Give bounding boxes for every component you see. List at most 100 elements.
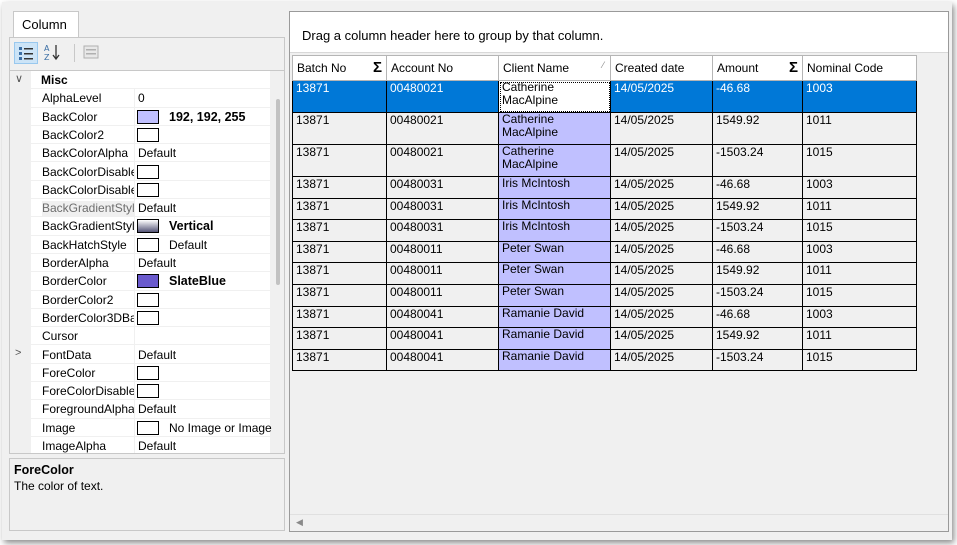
table-cell[interactable]: 13871 [292,219,387,242]
table-row[interactable]: 13871 00480011 Peter Swan 14/05/2025 1549.92… [292,262,917,285]
property-row[interactable]: Cursor [10,327,272,346]
table-row[interactable]: 13871 00480021 Catherine MacAlpine 14/05/20… [292,144,917,177]
table-cell[interactable]: 13871 [292,348,387,372]
table-cell[interactable]: 1015 [802,219,917,242]
table-cell[interactable]: 14/05/2025 [610,240,713,264]
property-row[interactable]: BorderAlpha Default [10,254,272,273]
property-row[interactable]: ∨ Misc [10,71,272,90]
table-row[interactable]: 13871 00480041 Ramanie David 14/05/2025 1549… [292,327,917,350]
table-cell[interactable]: 13871 [292,80,387,113]
table-cell[interactable]: 13871 [292,240,387,264]
table-cell[interactable]: 1549.92 [712,327,803,350]
column-header[interactable]: Account No [386,55,499,81]
table-cell[interactable]: Catherine MacAlpine [498,80,611,113]
property-row[interactable]: BorderColor2 [10,291,272,309]
table-cell[interactable]: Iris McIntosh [498,176,611,199]
table-row[interactable]: 13871 00480041 Ramanie David 14/05/2025 -46.… [292,305,917,329]
property-value[interactable]: 0 [138,91,145,105]
table-cell[interactable]: 00480011 [386,283,499,307]
table-row[interactable]: 13871 00480041 Ramanie David 14/05/2025 -150… [292,348,917,372]
table-cell[interactable]: 14/05/2025 [610,327,713,350]
table-cell[interactable]: 1015 [802,283,917,307]
table-cell[interactable]: 14/05/2025 [610,112,713,145]
table-cell[interactable]: 1003 [802,305,917,329]
table-cell[interactable]: 1549.92 [712,262,803,285]
table-cell[interactable]: Iris McIntosh [498,197,611,221]
column-header[interactable]: Nominal Code [802,55,917,81]
table-row[interactable]: 13871 00480021 Catherine MacAlpine 14/05/20… [292,112,917,145]
property-value[interactable]: Default [169,238,207,252]
summary-icon[interactable]: Σ [789,59,798,76]
table-cell[interactable]: -1503.24 [712,283,803,307]
table-cell[interactable]: 14/05/2025 [610,144,713,177]
table-cell[interactable]: Ramanie David [498,348,611,372]
property-value[interactable]: 192, 192, 255 [169,110,245,124]
table-cell[interactable]: -46.68 [712,176,803,199]
table-cell[interactable]: 13871 [292,327,387,350]
table-cell[interactable]: Peter Swan [498,283,611,307]
table-cell[interactable]: 13871 [292,176,387,199]
table-row[interactable]: 13871 00480031 Iris McIntosh 14/05/2025 -150… [292,219,917,242]
property-pages-button[interactable] [80,42,104,64]
table-cell[interactable]: 00480041 [386,348,499,372]
table-cell[interactable]: 14/05/2025 [610,305,713,329]
property-row[interactable]: BorderColor3DBase [10,309,272,328]
table-cell[interactable]: Ramanie David [498,327,611,350]
table-cell[interactable]: 1011 [802,112,917,145]
table-cell[interactable]: 1011 [802,262,917,285]
table-cell[interactable]: 1549.92 [712,112,803,145]
property-row[interactable]: ForeColor [10,364,272,383]
alphabetical-sort-button[interactable]: A Z [41,42,65,64]
collapse-icon[interactable]: ∨ [15,72,27,85]
table-cell[interactable]: -46.68 [712,80,803,113]
table-cell[interactable]: Peter Swan [498,262,611,285]
property-row[interactable]: BorderColor SlateBlue [10,272,272,291]
table-row[interactable]: 13871 00480011 Peter Swan 14/05/2025 -1503.2… [292,283,917,307]
table-cell[interactable]: 1003 [802,240,917,264]
property-row[interactable]: > FontData Default [10,346,272,364]
expand-icon[interactable]: > [15,347,27,359]
table-row[interactable]: 13871 00480031 Iris McIntosh 14/05/2025 -46.… [292,176,917,199]
table-cell[interactable]: 13871 [292,283,387,307]
scroll-left-icon[interactable]: ◀ [296,517,303,528]
property-row[interactable]: BackColorDisabled2 [10,181,272,200]
property-row[interactable]: ForegroundAlpha Default [10,400,272,419]
table-cell[interactable]: -1503.24 [712,219,803,242]
group-by-area[interactable]: Drag a column header here to group by th… [290,12,948,53]
table-row[interactable]: 13871 00480021 Catherine MacAlpine 14/05/20… [292,80,917,113]
table-cell[interactable]: Catherine MacAlpine [498,112,611,145]
property-row[interactable]: AlphaLevel 0 [10,89,272,108]
property-row[interactable]: Image No Image or Image [10,419,272,437]
column-header[interactable]: Created date [610,55,713,81]
table-cell[interactable]: 00480031 [386,197,499,221]
property-row[interactable]: BackGradientStyle Vertical [10,217,272,236]
table-cell[interactable]: Ramanie David [498,305,611,329]
table-cell[interactable]: 00480011 [386,240,499,264]
property-row[interactable]: BackColorAlpha Default [10,144,272,163]
table-cell[interactable]: 1549.92 [712,197,803,221]
table-cell[interactable]: 13871 [292,112,387,145]
table-cell[interactable]: 1003 [802,176,917,199]
table-cell[interactable]: Peter Swan [498,240,611,264]
table-cell[interactable]: 00480021 [386,112,499,145]
table-cell[interactable]: 00480031 [386,176,499,199]
scrollbar-thumb[interactable] [276,99,280,285]
column-header[interactable]: Batch No Σ [292,55,387,81]
table-cell[interactable]: 1011 [802,197,917,221]
table-cell[interactable]: -1503.24 [712,144,803,177]
column-header[interactable]: Amount Σ [712,55,803,81]
table-row[interactable]: 13871 00480011 Peter Swan 14/05/2025 -46.68 1… [292,240,917,264]
property-value[interactable]: Default [138,439,176,453]
table-cell[interactable]: 14/05/2025 [610,348,713,372]
column-header[interactable]: Client Name ⁄ [498,55,611,81]
horizontal-scrollbar[interactable]: ◀ [290,514,948,531]
table-cell[interactable]: 13871 [292,262,387,285]
table-cell[interactable]: -46.68 [712,240,803,264]
tab-column[interactable]: Column [13,11,79,38]
property-value[interactable]: Vertical [169,219,213,233]
property-grid-scrollbar[interactable] [270,71,284,453]
property-row[interactable]: BackHatchStyle Default [10,236,272,254]
table-cell[interactable]: 14/05/2025 [610,176,713,199]
table-row[interactable]: 13871 00480031 Iris McIntosh 14/05/2025 1549… [292,197,917,221]
categorized-view-button[interactable] [14,42,38,64]
